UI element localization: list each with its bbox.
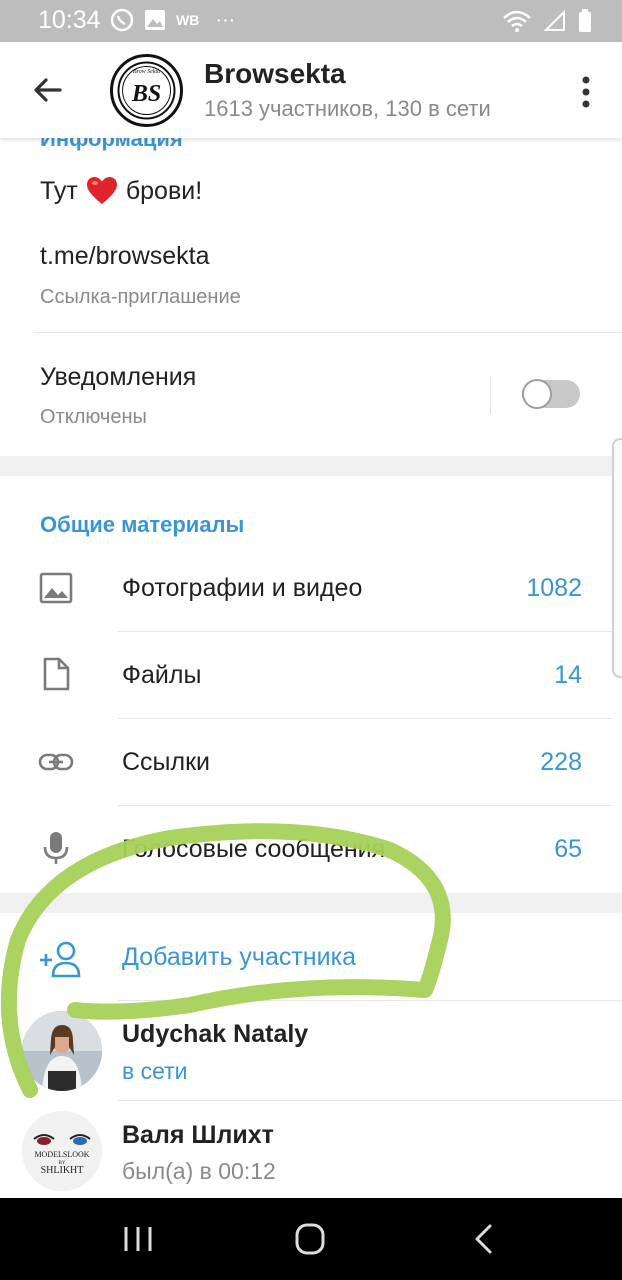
chat-header: Brow Sekta BS Browsekta 1613 участников,… [0, 42, 622, 138]
divider [118, 1000, 622, 1001]
home-icon[interactable] [290, 1222, 330, 1256]
heart-emoji-icon [86, 177, 117, 204]
signal-icon [544, 10, 565, 31]
back-nav-icon[interactable] [464, 1222, 504, 1256]
divider [118, 631, 612, 632]
member-photo [22, 1011, 102, 1091]
shared-section-title: Общие материалы [40, 512, 245, 537]
svg-text:BS: BS [131, 81, 161, 107]
section-gap [0, 456, 622, 476]
divider [118, 718, 612, 719]
shared-item-photos-count: 1082 [526, 574, 582, 602]
group-subtitle: 1613 участников, 130 в сети [204, 96, 491, 121]
invite-link[interactable]: t.me/browsekta [40, 242, 210, 271]
status-notification-icons: WB ··· [110, 8, 235, 32]
shared-item-photos-label[interactable]: Фотографии и видео [122, 574, 362, 603]
toggle-knob [522, 379, 552, 409]
battery-icon [579, 9, 591, 32]
shared-item-files-count: 14 [554, 661, 582, 689]
shared-item-voice-label[interactable]: Голосовые сообщения [122, 835, 385, 864]
divider [34, 332, 622, 333]
shared-item-files-label[interactable]: Файлы [122, 661, 201, 690]
group-title[interactable]: Browsekta [204, 58, 346, 90]
member-avatar[interactable]: MODELSLOOK BY SHLIKHT [22, 1111, 102, 1191]
member-status: в сети [122, 1058, 188, 1084]
info-section-title: Информация [40, 138, 183, 151]
notifications-status: Отключены [40, 406, 147, 428]
shared-item-voice-count: 65 [554, 835, 582, 863]
add-member-button[interactable]: Добавить участника [122, 943, 356, 972]
vertical-separator [490, 376, 491, 414]
divider [118, 1100, 622, 1101]
group-description: Тут брови! [40, 176, 202, 206]
fast-scroll-handle[interactable] [612, 438, 622, 678]
invite-link-caption: Ссылка-приглашение [40, 286, 241, 308]
group-logo-icon: Brow Sekta BS [117, 61, 176, 120]
file-icon [43, 657, 70, 691]
image-icon [39, 572, 73, 604]
mic-icon [43, 832, 69, 864]
notifications-toggle[interactable] [522, 379, 580, 409]
section-gap [0, 893, 622, 913]
member-status: был(а) в 00:12 [122, 1158, 276, 1184]
gallery-icon [145, 10, 165, 30]
divider [118, 805, 612, 806]
more-options-icon[interactable] [580, 74, 592, 110]
svg-text:Brow Sekta: Brow Sekta [133, 69, 160, 75]
description-text-start: Тут [40, 176, 78, 205]
svg-text:MODELSLOOK: MODELSLOOK [34, 1150, 89, 1159]
member-name[interactable]: Udychak Nataly [122, 1020, 308, 1049]
recent-apps-icon[interactable] [118, 1222, 158, 1256]
link-icon [38, 753, 74, 771]
group-avatar[interactable]: Brow Sekta BS [110, 54, 183, 127]
svg-text:SHLIKHT: SHLIKHT [41, 1165, 84, 1176]
system-nav-bar [0, 1198, 622, 1280]
status-more: ··· [215, 8, 236, 31]
wb-label: WB [176, 12, 200, 28]
notifications-label[interactable]: Уведомления [40, 363, 196, 392]
back-arrow-icon[interactable] [30, 72, 66, 108]
shared-item-links-count: 228 [540, 748, 582, 776]
whatsapp-icon [110, 8, 134, 32]
add-member-icon [40, 941, 81, 978]
status-bar: 10:34 WB ··· [0, 0, 622, 42]
status-time: 10:34 [38, 6, 101, 34]
description-text-end: брови! [125, 176, 203, 205]
group-info-content[interactable]: Информация Тут брови! t.me/browsekta Ссы… [0, 138, 622, 1198]
member-avatar[interactable] [22, 1011, 102, 1091]
shared-item-links-label[interactable]: Ссылки [122, 748, 210, 777]
member-logo: MODELSLOOK BY SHLIKHT [22, 1111, 102, 1191]
status-system-icons [502, 9, 592, 33]
member-name[interactable]: Валя Шлихт [122, 1121, 274, 1150]
wifi-icon [503, 10, 531, 32]
